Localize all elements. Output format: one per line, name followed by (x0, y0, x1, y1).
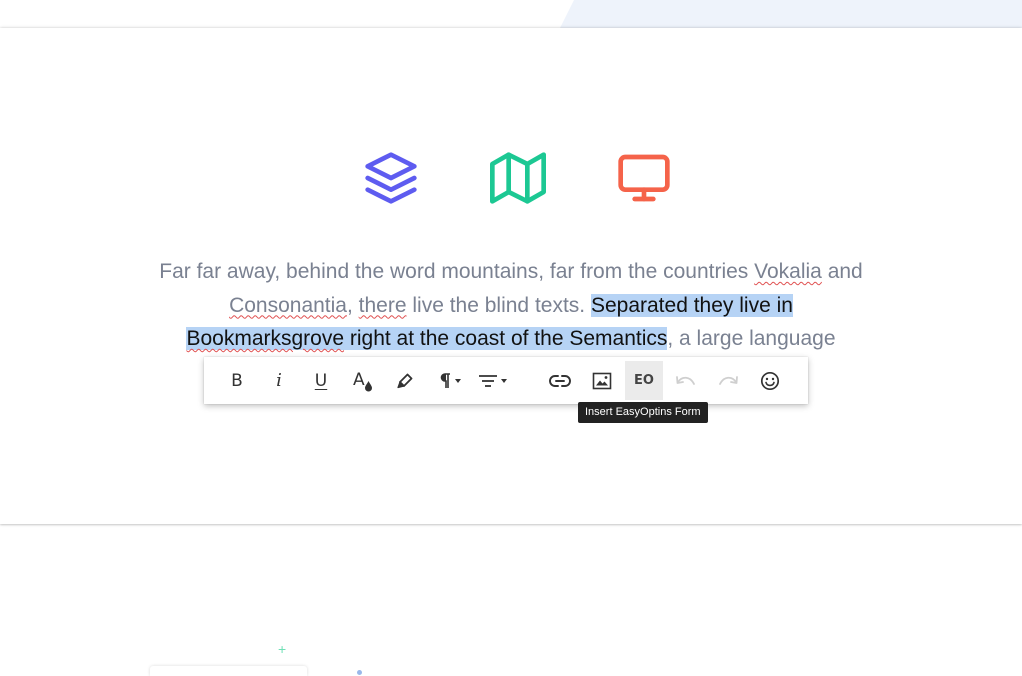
easyoptins-label: EO (634, 373, 654, 388)
plus-icon: + (278, 641, 287, 657)
undo-button[interactable] (669, 361, 703, 400)
smiley-icon (760, 371, 780, 390)
image-icon (592, 372, 612, 389)
highlight-button[interactable] (388, 361, 422, 400)
partial-card (150, 666, 307, 676)
italic-label: i (276, 370, 282, 391)
misspelled-word[interactable]: Vokalia (754, 260, 822, 283)
highlighter-icon (397, 373, 413, 388)
undo-icon (676, 375, 695, 385)
paragraph-format-dropdown[interactable] (430, 361, 470, 400)
dot-icon (357, 670, 362, 675)
insert-image-button[interactable] (585, 361, 619, 400)
bold-label: B (231, 370, 243, 391)
selected-text[interactable]: Separated they live in (590, 293, 793, 317)
chevron-down-icon (454, 378, 461, 383)
font-color-label: A (353, 369, 365, 390)
paragraph-text: and (821, 260, 863, 283)
underline-label: U (314, 370, 328, 391)
chevron-down-icon (500, 378, 507, 383)
tooltip: Insert EasyOptins Form (578, 402, 708, 423)
redo-button[interactable] (711, 361, 745, 400)
misspelled-word[interactable]: there (359, 294, 407, 317)
underline-button[interactable]: U (304, 361, 338, 400)
monitor-icon (616, 150, 672, 206)
drop-icon (365, 380, 372, 391)
bold-button[interactable]: B (220, 361, 254, 400)
selected-text[interactable]: right at the coast of the Semantics (344, 327, 668, 350)
feature-icons (0, 150, 1022, 206)
insert-easyoptins-form-button[interactable]: EO (625, 361, 663, 400)
link-icon (549, 374, 571, 387)
font-color-button[interactable]: A (346, 361, 380, 400)
paragraph-text: , a large language (667, 327, 836, 350)
inline-editor-toolbar: B i U A EO (204, 357, 808, 404)
align-dropdown[interactable] (472, 361, 512, 400)
selected-misspelled-word[interactable]: Bookmarksgrove (186, 327, 345, 350)
emoticons-button[interactable] (753, 361, 787, 400)
misspelled-word[interactable]: Consonantia (229, 294, 347, 317)
insert-link-button[interactable] (543, 361, 577, 400)
italic-button[interactable]: i (262, 361, 296, 400)
pilcrow-icon (440, 372, 450, 388)
font-color-icon: A (352, 370, 374, 392)
redo-icon (719, 375, 738, 385)
layers-icon (363, 150, 419, 206)
align-icon (478, 374, 497, 387)
map-icon (490, 150, 546, 206)
paragraph-text: , (346, 293, 359, 317)
paragraph-text: Far far away, behind the word mountains,… (159, 260, 755, 283)
top-accent-background (560, 0, 1022, 28)
paragraph-text: live the blind texts. (406, 293, 591, 317)
editable-paragraph[interactable]: Far far away, behind the word mountains,… (150, 255, 872, 356)
